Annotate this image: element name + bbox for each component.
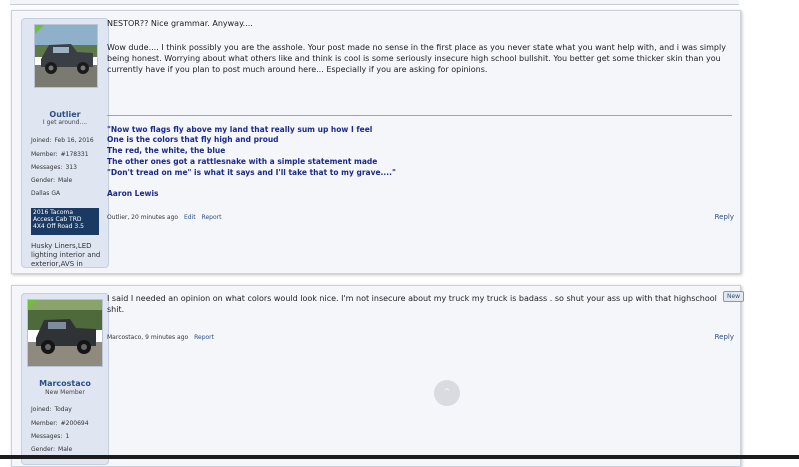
quote-author: Aaron Lewis [107, 189, 159, 198]
stat-gender: Gender: Male [31, 177, 73, 184]
user-panel: Marcostaco New Member Joined: Today Membe… [21, 293, 109, 465]
stat-messages: Messages: 1 [31, 433, 70, 440]
user-mods: Husky Liners,LED lighting interior and e… [31, 242, 101, 268]
quote-line: One is the colors that fly high and prou… [107, 135, 279, 144]
message-paragraph: Wow dude.... I think possibly you are th… [107, 43, 726, 74]
truck-photo [35, 25, 97, 87]
username[interactable]: Outlier [22, 110, 108, 119]
previous-post-edge [10, 0, 739, 5]
message-paragraph: I said I needed an opinion on what color… [107, 294, 717, 314]
stat-member: Member: #178331 [31, 151, 89, 158]
taskbar [0, 455, 799, 459]
post-meta-text[interactable]: Marcostaco, 9 minutes ago [107, 334, 188, 341]
truck-info-box: 2016 Tacoma Access Cab TRD 4X4 Off Road … [31, 208, 99, 235]
online-indicator-icon [28, 300, 37, 309]
avatar[interactable] [27, 299, 103, 367]
quote-line: "Don't tread on me" is what it says and … [107, 168, 396, 177]
online-indicator-icon [35, 25, 44, 34]
quote-line: The red, the white, the blue [107, 146, 226, 155]
user-title: I get around.... [42, 119, 88, 126]
report-link[interactable]: Report [202, 214, 222, 221]
post-meta: Marcostaco, 9 minutes ago Report [107, 334, 214, 341]
report-link[interactable]: Report [194, 334, 214, 341]
stat-joined: Joined: Today [31, 406, 72, 413]
truck-photo [28, 300, 102, 366]
signature-divider [107, 115, 732, 116]
user-title: New Member [45, 389, 85, 396]
stat-joined: Joined: Feb 16, 2016 [31, 137, 94, 144]
reply-link[interactable]: Reply [715, 213, 734, 221]
stat-gender: Gender: Male [31, 446, 73, 453]
truck-line: 2016 Tacoma [33, 209, 74, 216]
stat-member: Member: #200694 [31, 420, 89, 427]
truck-line: Access Cab TRD [33, 216, 82, 223]
new-post-badge: New [723, 291, 744, 302]
username[interactable]: Marcostaco [22, 379, 108, 388]
post-outlier: Outlier I get around.... Joined: Feb 16, … [11, 10, 741, 274]
message-line: NESTOR?? Nice grammar. Anyway.... [107, 19, 253, 28]
truck-line: 4X4 Off Road 3.5 [33, 223, 84, 230]
post-meta-text[interactable]: Outlier, 20 minutes ago [107, 214, 178, 221]
edit-link[interactable]: Edit [184, 214, 196, 221]
quote-line: The other ones got a rattlesnake with a … [107, 157, 378, 166]
user-location: Dallas GA [31, 190, 61, 197]
stat-messages: Messages: 313 [31, 164, 77, 171]
user-panel: Outlier I get around.... Joined: Feb 16, … [21, 18, 109, 268]
avatar[interactable] [34, 24, 98, 88]
post-meta: Outlier, 20 minutes ago Edit Report [107, 214, 221, 221]
reply-link[interactable]: Reply [715, 333, 734, 341]
chevron-up-icon[interactable]: ⌃ [434, 380, 460, 406]
post-marcostaco: Marcostaco New Member Joined: Today Membe… [11, 285, 741, 467]
